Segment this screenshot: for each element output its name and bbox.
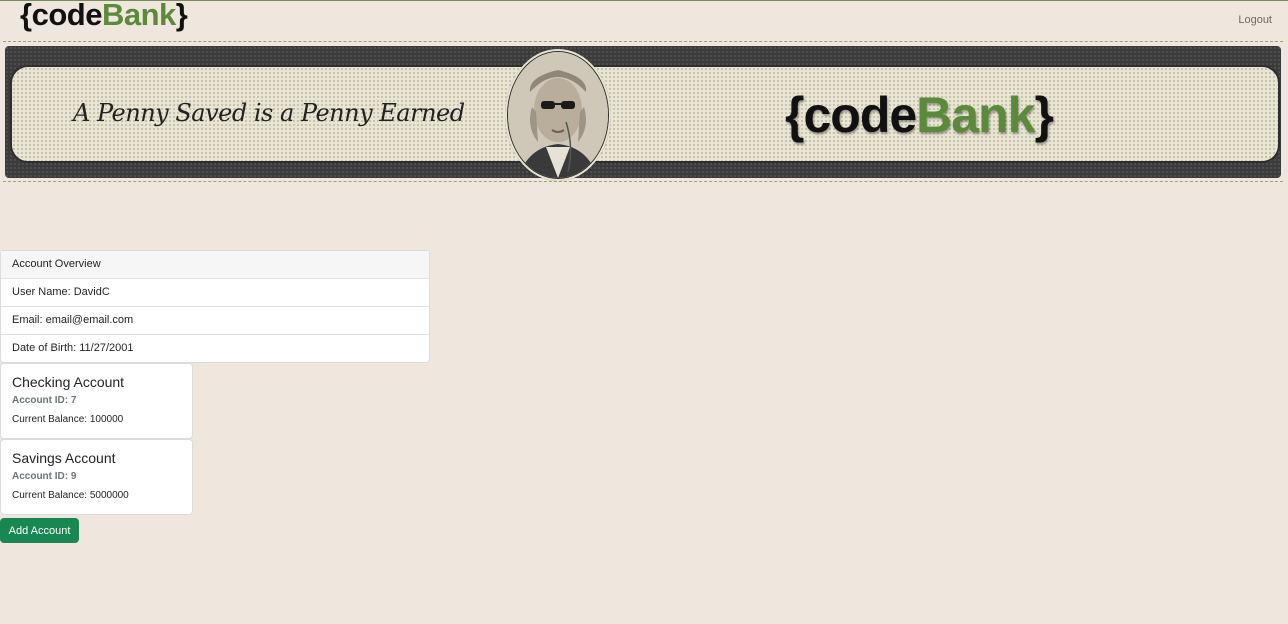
navbar-logo[interactable]: {codeBank} (20, 0, 188, 33)
user-name-row: User Name: DavidC (1, 278, 429, 306)
checking-account-card[interactable]: Checking Account Account ID: 7 Current B… (0, 363, 193, 439)
account-overview-header: Account Overview (1, 251, 429, 278)
franklin-portrait-image (505, 49, 611, 181)
banner: A Penny Saved is a Penny Earned {codeBan… (3, 41, 1283, 182)
navbar: {codeBank} Logout (0, 0, 1288, 38)
logout-link[interactable]: Logout (1238, 14, 1272, 26)
account-title: Savings Account (12, 450, 116, 466)
banner-slogan: A Penny Saved is a Penny Earned (73, 99, 465, 127)
date-of-birth-row: Date of Birth: 11/27/2001 (1, 334, 429, 362)
add-account-button[interactable]: Add Account (0, 518, 79, 543)
account-title: Checking Account (12, 374, 125, 390)
account-balance: Current Balance: 5000000 (12, 490, 129, 501)
account-id: Account ID: 9 (12, 471, 77, 482)
banner-logo: {codeBank} (785, 87, 1054, 143)
email-row: Email: email@email.com (1, 306, 429, 334)
account-id: Account ID: 7 (12, 395, 77, 406)
account-balance: Current Balance: 100000 (12, 414, 124, 425)
account-overview-panel: Account Overview User Name: DavidC Email… (0, 250, 430, 363)
savings-account-card[interactable]: Savings Account Account ID: 9 Current Ba… (0, 439, 193, 515)
banner-frame: A Penny Saved is a Penny Earned {codeBan… (5, 46, 1281, 181)
